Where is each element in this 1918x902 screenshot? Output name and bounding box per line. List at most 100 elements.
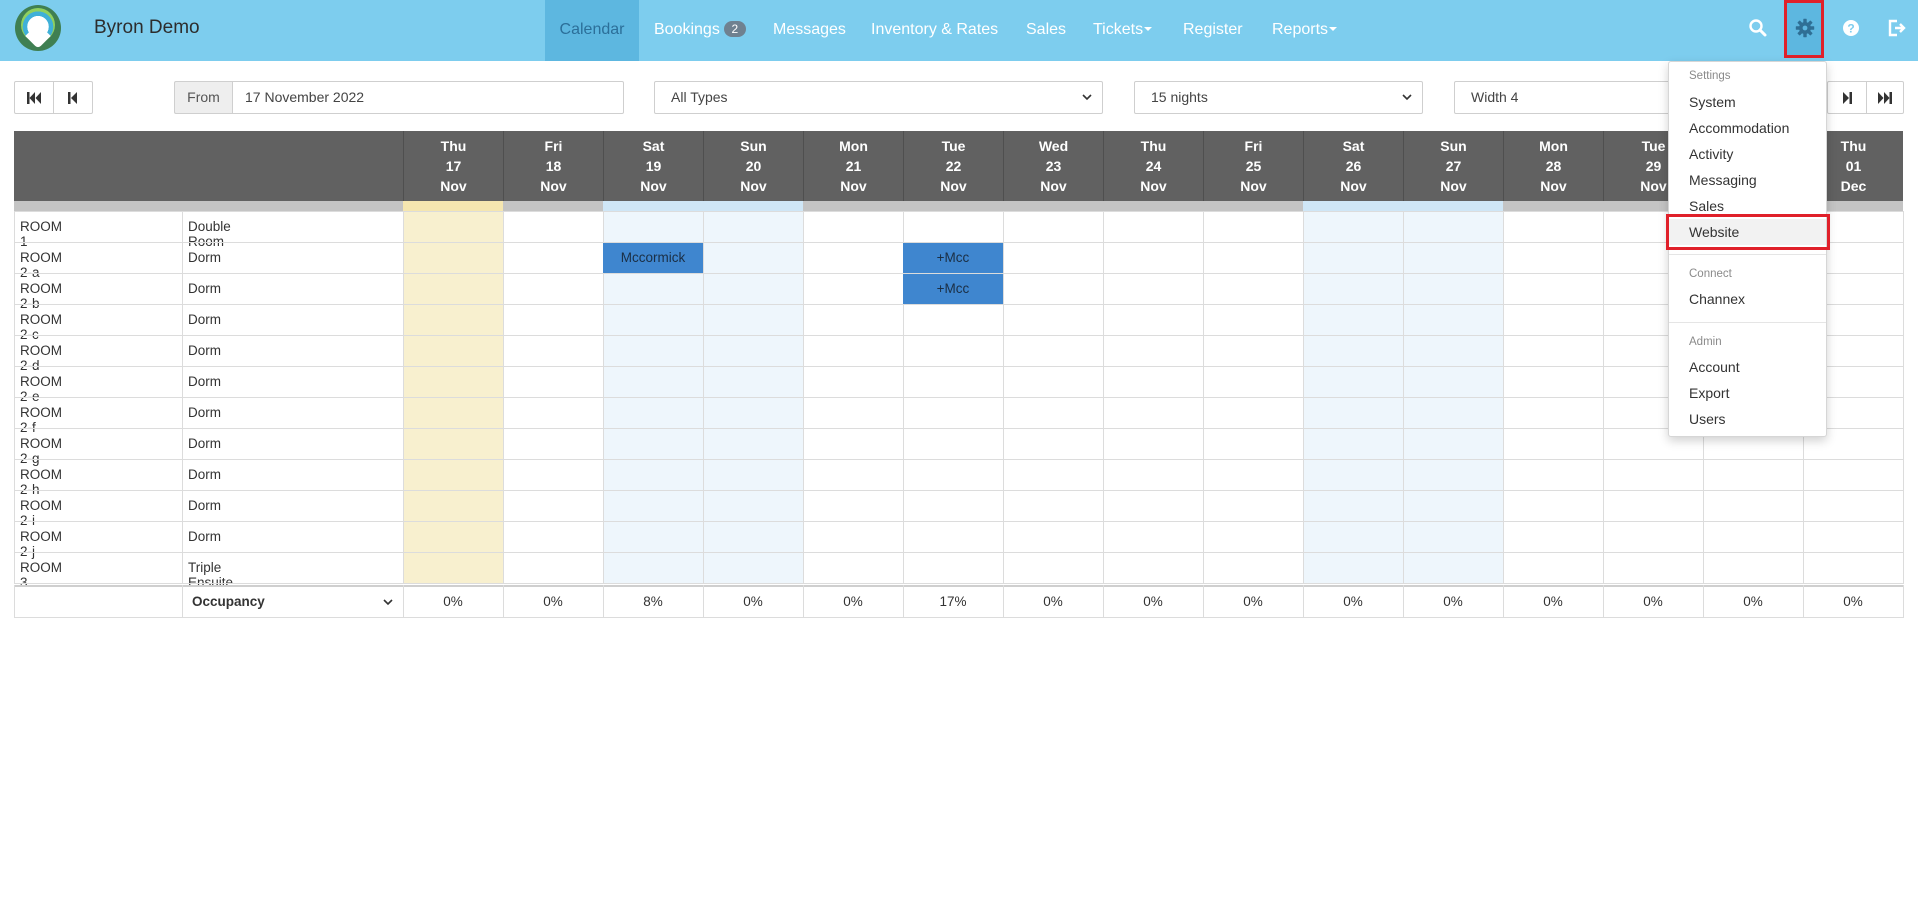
room-name: ROOM 2-f (20, 405, 62, 435)
day-header-dow: Sat (1342, 138, 1365, 154)
day-header[interactable]: Sat 26 Nov (1303, 131, 1403, 201)
day-header[interactable]: Fri 25 Nov (1203, 131, 1303, 201)
row-divider (14, 366, 1904, 367)
row-divider (14, 211, 1904, 212)
search-icon[interactable] (1745, 15, 1771, 41)
day-header[interactable]: Fri 18 Nov (503, 131, 603, 201)
occupancy-label: Occupancy (192, 594, 265, 609)
nav-reports[interactable]: Reports (1272, 0, 1338, 61)
booking-block[interactable]: +Mcc (903, 274, 1003, 304)
day-header[interactable]: Sun 20 Nov (703, 131, 803, 201)
help-icon[interactable]: ? (1838, 15, 1864, 41)
header-strip (14, 201, 403, 211)
column-divider (1403, 211, 1404, 584)
day-strip (403, 201, 503, 211)
day-header-day: 27 (1445, 158, 1462, 174)
room-name: ROOM 2-c (20, 312, 62, 342)
day-header-dow: Mon (1539, 138, 1568, 154)
width-select[interactable]: Width 4 (1454, 81, 1684, 114)
day-strip (1003, 201, 1103, 211)
nav-tickets[interactable]: Tickets (1093, 0, 1153, 61)
from-date-input[interactable]: 17 November 2022 (232, 81, 624, 114)
first-page-button[interactable] (14, 81, 54, 114)
next-button[interactable] (1827, 81, 1867, 114)
day-strip (1503, 201, 1603, 211)
menu-divider (1669, 254, 1826, 255)
nav-bookings[interactable]: Bookings 2 (654, 0, 746, 61)
menu-item-channex[interactable]: Channex (1669, 286, 1826, 312)
day-header[interactable]: Mon 28 Nov (1503, 131, 1603, 201)
logout-icon[interactable] (1883, 15, 1909, 41)
day-header[interactable]: Thu 17 Nov (403, 131, 503, 201)
day-header-dow: Sun (1440, 138, 1467, 154)
brand-name[interactable]: Byron Demo (94, 17, 200, 39)
day-header-day: 25 (1245, 158, 1262, 174)
row-divider (14, 617, 1904, 618)
column-divider (703, 211, 704, 584)
row-divider (14, 335, 1904, 336)
nav-calendar[interactable]: Calendar (545, 0, 639, 61)
booking-block[interactable]: Mccormick (603, 243, 703, 273)
nav-tickets-label: Tickets (1093, 21, 1144, 38)
day-header[interactable]: Thu 24 Nov (1103, 131, 1203, 201)
column-divider (1503, 211, 1504, 584)
day-header[interactable]: Sun 27 Nov (1403, 131, 1503, 201)
day-header-month: Nov (1540, 178, 1567, 194)
occupancy-value: 0% (1243, 594, 1263, 609)
column-divider (1003, 211, 1004, 584)
room-type: Dorm (188, 467, 221, 482)
nav-messages[interactable]: Messages (773, 0, 846, 61)
row-divider (14, 583, 1904, 584)
menu-item-users[interactable]: Users (1669, 406, 1826, 432)
day-header[interactable]: Mon 21 Nov (803, 131, 903, 201)
last-page-button[interactable] (1866, 81, 1904, 114)
occupancy-value: 0% (1643, 594, 1663, 609)
day-header-month: Nov (540, 178, 567, 194)
skip-back-icon (27, 91, 41, 104)
room-type: Dorm (188, 405, 221, 420)
row-divider (14, 521, 1904, 522)
day-header[interactable]: Sat 19 Nov (603, 131, 703, 201)
menu-item-activity[interactable]: Activity (1669, 141, 1826, 167)
nav-sales[interactable]: Sales (1026, 0, 1066, 61)
occupancy-select[interactable]: Occupancy (182, 587, 403, 617)
caret-down-icon (1144, 27, 1153, 31)
day-header-month: Nov (1140, 178, 1167, 194)
nights-select[interactable]: 15 nights (1134, 81, 1423, 114)
day-strip (703, 201, 803, 211)
room-type: Dorm (188, 436, 221, 451)
menu-item-export[interactable]: Export (1669, 380, 1826, 406)
previous-button[interactable] (53, 81, 93, 114)
day-header-dow: Sat (642, 138, 665, 154)
room-name: ROOM 2-h (20, 467, 62, 497)
column-divider (803, 211, 804, 584)
day-header-dow: Sun (740, 138, 767, 154)
menu-item-system[interactable]: System (1669, 89, 1826, 115)
settings-gear-button[interactable] (1784, 0, 1824, 58)
skip-forward-icon (1878, 91, 1892, 104)
room-type: Dorm (188, 312, 221, 327)
day-header[interactable]: Wed 23 Nov (1003, 131, 1103, 201)
day-header-month: Nov (740, 178, 767, 194)
day-header-day: 17 (445, 158, 462, 174)
day-header[interactable]: Tue 22 Nov (903, 131, 1003, 201)
nav-inventory-rates[interactable]: Inventory & Rates (871, 0, 998, 61)
admin-section-header: Admin (1689, 336, 1722, 348)
column-divider (182, 211, 183, 584)
width-value: Width 4 (1471, 89, 1519, 105)
row-divider (14, 304, 1904, 305)
day-header-month: Nov (940, 178, 967, 194)
menu-item-accommodation[interactable]: Accommodation (1669, 115, 1826, 141)
column-divider (1903, 585, 1904, 618)
settings-section-header: Settings (1689, 70, 1731, 82)
occupancy-value: 17% (939, 594, 967, 609)
menu-item-account[interactable]: Account (1669, 354, 1826, 380)
nav-register[interactable]: Register (1183, 0, 1243, 61)
menu-item-messaging[interactable]: Messaging (1669, 167, 1826, 193)
booking-block[interactable]: +Mcc (903, 243, 1003, 273)
app-logo-icon[interactable] (15, 5, 61, 51)
room-name: ROOM 2-b (20, 281, 62, 311)
row-divider (14, 459, 1904, 460)
menu-divider (1669, 322, 1826, 323)
room-type-select[interactable]: All Types (654, 81, 1103, 114)
